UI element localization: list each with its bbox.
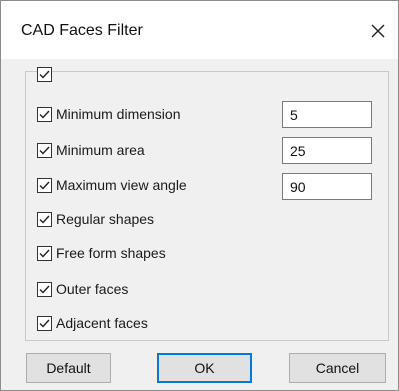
cad-faces-filter-dialog: CAD Faces Filter Default OK Cancel Minim… <box>0 0 399 391</box>
minimum-dimension-label: Minimum dimension <box>56 106 181 122</box>
minimum-area-label: Minimum area <box>56 142 145 158</box>
filter-row-free-form-shapes[interactable]: Free form shapes <box>37 243 166 263</box>
filter-row-regular-shapes[interactable]: Regular shapes <box>37 209 154 229</box>
filter-row-minimum-dimension[interactable]: Minimum dimension <box>37 104 180 124</box>
regular-shapes-label: Regular shapes <box>56 211 155 227</box>
default-button[interactable]: Default <box>26 353 111 383</box>
title-bar: CAD Faces Filter <box>1 1 398 59</box>
filter-row-maximum-view-angle[interactable]: Maximum view angle <box>37 175 187 195</box>
select-all-checkbox[interactable] <box>37 66 52 82</box>
regular-shapes-checkbox[interactable] <box>37 211 52 227</box>
outer-faces-checkbox[interactable] <box>37 281 52 297</box>
free-form-shapes-label: Free form shapes <box>56 245 166 261</box>
minimum-area-checkbox[interactable] <box>37 142 52 158</box>
minimum-dimension-input[interactable]: 5 <box>282 101 372 128</box>
cancel-button[interactable]: Cancel <box>289 353 386 383</box>
adjacent-faces-checkbox[interactable] <box>37 315 52 331</box>
ok-button[interactable]: OK <box>157 353 252 383</box>
maximum-view-angle-input[interactable]: 90 <box>282 173 372 200</box>
minimum-dimension-checkbox[interactable] <box>37 106 52 122</box>
outer-faces-label: Outer faces <box>56 281 129 297</box>
maximum-view-angle-label: Maximum view angle <box>56 177 187 193</box>
close-icon[interactable] <box>366 19 390 43</box>
free-form-shapes-checkbox[interactable] <box>37 245 52 261</box>
filter-row-minimum-area[interactable]: Minimum area <box>37 140 145 160</box>
filter-row-outer-faces[interactable]: Outer faces <box>37 279 128 299</box>
minimum-area-input[interactable]: 25 <box>282 137 372 164</box>
select-all-row[interactable] <box>37 64 52 84</box>
dialog-title: CAD Faces Filter <box>21 22 143 39</box>
filter-row-adjacent-faces[interactable]: Adjacent faces <box>37 313 148 333</box>
maximum-view-angle-checkbox[interactable] <box>37 177 52 193</box>
adjacent-faces-label: Adjacent faces <box>56 315 148 331</box>
